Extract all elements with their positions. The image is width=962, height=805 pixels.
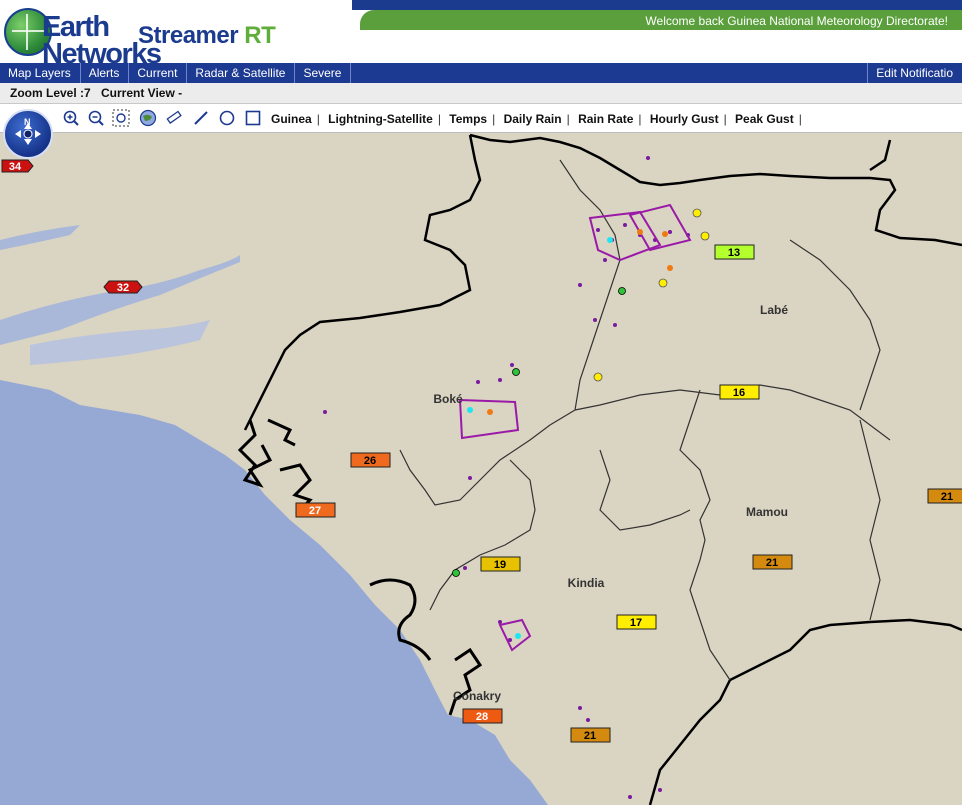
temp-value: 13	[728, 247, 740, 259]
zoom-level-value: 7	[84, 86, 91, 100]
temp-value: 32	[117, 282, 129, 294]
globe-icon[interactable]	[139, 109, 157, 127]
layer-rain-rate[interactable]: Rain Rate	[578, 112, 633, 126]
nav-radar-satellite[interactable]: Radar & Satellite	[187, 63, 296, 83]
zoom-level-label: Zoom Level :	[10, 86, 85, 100]
nav-current[interactable]: Current	[129, 63, 188, 83]
circle-icon[interactable]	[218, 109, 236, 127]
welcome-message: Welcome back Guinea National Meteorology…	[645, 14, 948, 28]
temp-value: 21	[766, 557, 778, 569]
temp-marker: 34	[1, 159, 34, 173]
layer-lightning-satellite[interactable]: Lightning-Satellite	[328, 112, 433, 126]
map-toolbar: Guinea | Lightning-Satellite | Temps | Dail…	[0, 104, 962, 133]
product-name: Streamer RT	[138, 22, 276, 50]
layer-hourly-gust[interactable]: Hourly Gust	[650, 112, 719, 126]
zoom-box-icon[interactable]	[112, 109, 130, 127]
temp-marker: 19	[480, 556, 521, 572]
temp-value: 28	[476, 711, 488, 723]
layer-guinea[interactable]: Guinea	[271, 112, 312, 126]
city-label-conakry: Conakry	[453, 689, 501, 703]
temp-value: 16	[733, 387, 745, 399]
temp-marker: 26	[350, 452, 391, 468]
nav-alerts[interactable]: Alerts	[81, 63, 130, 83]
product-suffix: RT	[244, 22, 276, 49]
city-label-labe: Labé	[760, 303, 788, 317]
rectangle-icon[interactable]	[244, 109, 262, 127]
map-view[interactable]: Labé Boké Mamou Kindia Conakry 34 32 13 …	[0, 133, 962, 805]
city-label-boke: Boké	[433, 392, 463, 406]
nav-map-layers[interactable]: Map Layers	[0, 63, 81, 83]
temp-value: 19	[494, 559, 506, 571]
layer-peak-gust[interactable]: Peak Gust	[735, 112, 794, 126]
temp-marker: 21	[752, 554, 793, 570]
header-blue-stripe	[352, 0, 962, 10]
app-header: Earth Networks Streamer RT Welcome back G…	[0, 0, 962, 69]
earth-networks-logo: Earth Networks	[2, 4, 162, 69]
temp-value: 26	[364, 455, 376, 467]
temp-marker: 28	[462, 708, 503, 724]
ruler-icon[interactable]	[165, 109, 183, 127]
temp-marker: 21	[927, 488, 962, 504]
layer-temps[interactable]: Temps	[449, 112, 487, 126]
city-label-kindia: Kindia	[568, 576, 605, 590]
temp-value: 17	[630, 617, 642, 629]
zoom-in-icon[interactable]	[62, 109, 80, 127]
temp-marker: 17	[616, 614, 657, 630]
zoom-out-icon[interactable]	[87, 109, 105, 127]
temp-value: 21	[941, 491, 953, 503]
layer-daily-rain[interactable]: Daily Rain	[504, 112, 562, 126]
product-label: Streamer	[138, 22, 239, 49]
nav-severe[interactable]: Severe	[295, 63, 352, 83]
temp-marker: 16	[719, 384, 760, 400]
temp-value: 21	[584, 730, 596, 742]
temp-marker: 32	[103, 280, 143, 294]
temp-marker: 27	[295, 502, 336, 518]
main-nav: Map Layers Alerts Current Radar & Satell…	[0, 63, 962, 83]
line-icon[interactable]	[192, 109, 210, 127]
temp-marker: 13	[714, 244, 755, 260]
temp-marker: 21	[570, 727, 611, 743]
layer-links: Guinea | Lightning-Satellite | Temps | Dail…	[271, 112, 802, 126]
temp-value: 27	[309, 505, 321, 517]
edit-notifications-link[interactable]: Edit Notificatio	[867, 63, 962, 83]
temp-value: 34	[9, 161, 22, 173]
city-label-mamou: Mamou	[746, 505, 788, 519]
pan-compass-control[interactable]: N	[3, 109, 53, 159]
current-view-label: Current View -	[101, 86, 183, 100]
zoom-status-bar: Zoom Level : 7 Current View -	[0, 83, 962, 104]
